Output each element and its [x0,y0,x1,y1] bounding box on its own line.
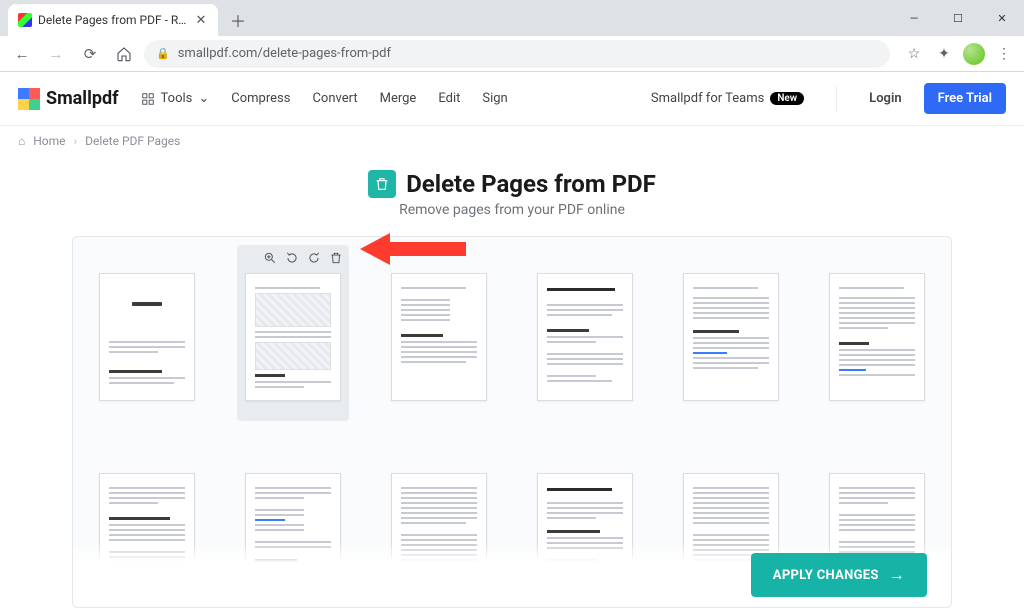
url-input[interactable]: 🔒 smallpdf.com/delete-pages-from-pdf [144,40,890,68]
tools-menu[interactable]: Tools ⌄ [141,91,210,106]
back-button[interactable]: ← [8,40,36,68]
page-thumb-5[interactable] [675,245,787,421]
reload-button[interactable]: ⟳ [76,40,104,68]
nav-merge[interactable]: Merge [380,91,417,106]
browser-address-bar: ← → ⟳ 🔒 smallpdf.com/delete-pages-from-p… [0,36,1024,72]
apply-label: APPLY CHANGES [773,568,879,583]
browser-title-bar: Delete Pages from PDF - Remov… ✕ ＋ ― ☐ ✕ [0,0,1024,36]
trash-badge-icon [368,170,396,198]
page-thumb-2[interactable] [237,245,349,421]
bookmark-star-icon[interactable]: ☆ [902,42,926,66]
crumb-current: Delete PDF Pages [85,134,180,148]
nav-compress[interactable]: Compress [231,91,290,106]
site-header: Smallpdf Tools ⌄ Compress Convert Merge … [0,72,1024,126]
page-toolbar [263,251,343,265]
favicon-icon [18,13,32,27]
page-subtitle: Remove pages from your PDF online [0,202,1024,218]
arrow-right-icon: → [889,565,905,585]
crumb-home[interactable]: Home [33,134,65,148]
home-icon[interactable]: ⌂ [18,134,25,148]
tab-title: Delete Pages from PDF - Remov… [38,13,188,27]
window-controls: ― ☐ ✕ [892,0,1024,36]
profile-avatar[interactable] [962,42,986,66]
close-tab-icon[interactable]: ✕ [194,13,208,27]
new-badge: New [770,92,804,105]
nav-convert[interactable]: Convert [312,91,357,106]
page-hero: Delete Pages from PDF Remove pages from … [0,156,1024,228]
breadcrumb: ⌂ Home › Delete PDF Pages [0,126,1024,156]
home-button[interactable] [110,40,138,68]
free-trial-button[interactable]: Free Trial [924,83,1006,114]
zoom-in-icon[interactable] [263,251,277,265]
divider [836,86,837,112]
minimize-icon[interactable]: ― [892,0,936,36]
maximize-icon[interactable]: ☐ [936,0,980,36]
nav-edit[interactable]: Edit [438,91,460,106]
page-thumb-1[interactable] [91,245,203,421]
teams-link[interactable]: Smallpdf for Teams New [651,91,804,106]
lock-icon: 🔒 [156,47,170,60]
login-link[interactable]: Login [869,91,901,106]
page-thumb-4[interactable] [529,245,641,421]
page-grid-workspace: APPLY CHANGES → [72,236,952,608]
tools-label: Tools [161,91,193,106]
trash-icon[interactable] [329,251,343,265]
apply-changes-button[interactable]: APPLY CHANGES → [751,553,927,597]
apply-bar: APPLY CHANGES → [73,543,951,607]
chevron-down-icon: ⌄ [198,91,209,106]
crumb-separator: › [74,134,78,148]
url-text: smallpdf.com/delete-pages-from-pdf [178,46,391,61]
page-thumb-6[interactable] [821,245,933,421]
extensions-icon[interactable]: ✦ [932,42,956,66]
browser-menu-icon[interactable]: ⋮ [992,42,1016,66]
close-window-icon[interactable]: ✕ [980,0,1024,36]
teams-label: Smallpdf for Teams [651,91,764,106]
new-tab-button[interactable]: ＋ [224,6,252,34]
brand-name: Smallpdf [46,88,119,109]
page-thumb-3[interactable] [383,245,495,421]
brand-logo[interactable]: Smallpdf [18,88,119,110]
browser-tab[interactable]: Delete Pages from PDF - Remov… ✕ [8,4,218,36]
nav-sign[interactable]: Sign [482,91,507,106]
forward-button[interactable]: → [42,40,70,68]
logo-mark-icon [18,88,40,110]
rotate-right-icon[interactable] [307,251,321,265]
rotate-left-icon[interactable] [285,251,299,265]
page-title: Delete Pages from PDF [406,170,656,198]
